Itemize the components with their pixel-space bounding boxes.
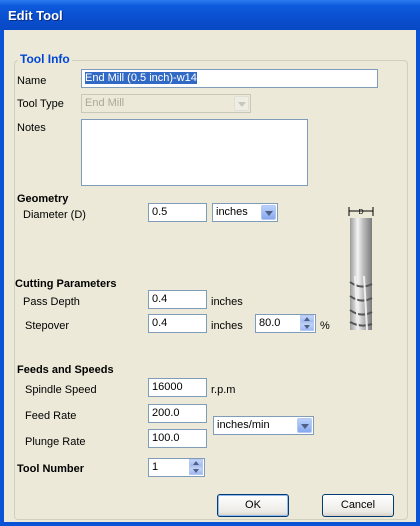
pass-depth-label: Pass Depth xyxy=(23,296,80,308)
stepover-units: inches xyxy=(211,320,243,332)
plunge-rate-value: 100.0 xyxy=(152,432,180,444)
notes-textarea[interactable] xyxy=(81,119,308,186)
percent-sign: % xyxy=(320,320,330,332)
feed-rate-value: 200.0 xyxy=(152,407,180,419)
pass-depth-value: 0.4 xyxy=(152,293,168,305)
tool-number-value: 1 xyxy=(152,461,159,473)
chevron-down-icon xyxy=(297,418,312,433)
diameter-units-select[interactable]: inches xyxy=(212,203,278,222)
feed-rate-input[interactable]: 200.0 xyxy=(148,404,207,423)
spindle-speed-units: r.p.m xyxy=(211,384,236,396)
geometry-heading: Geometry xyxy=(17,193,69,205)
dialog-body: Tool Info Name End Mill (0.5 inch)-w14 T… xyxy=(4,30,416,522)
diameter-label: Diameter (D) xyxy=(23,209,86,221)
name-label: Name xyxy=(17,75,47,87)
plunge-rate-label: Plunge Rate xyxy=(25,436,86,448)
stepover-label: Stepover xyxy=(25,320,70,332)
tool-number-heading: Tool Number xyxy=(17,463,85,475)
name-input-text: End Mill (0.5 inch)-w14 xyxy=(85,72,197,84)
plunge-rate-input[interactable]: 100.0 xyxy=(148,429,207,448)
tool-type-select: End Mill xyxy=(81,94,251,113)
ok-button[interactable]: OK xyxy=(217,494,289,517)
stepover-value: 0.4 xyxy=(152,317,168,329)
spin-up-icon[interactable] xyxy=(189,459,203,467)
cutting-parameters-heading: Cutting Parameters xyxy=(15,278,117,290)
chevron-down-icon xyxy=(261,205,276,220)
tool-number-spinner[interactable]: 1 xyxy=(148,458,205,477)
feed-rate-label: Feed Rate xyxy=(25,410,77,422)
edit-tool-window: Edit Tool Tool Info Name End Mill (0.5 i… xyxy=(0,0,420,526)
rate-units-value: inches/min xyxy=(217,419,270,431)
spin-up-icon[interactable] xyxy=(300,315,314,323)
name-input[interactable]: End Mill (0.5 inch)-w14 xyxy=(81,69,378,88)
stepover-input[interactable]: 0.4 xyxy=(148,314,207,333)
pass-depth-units: inches xyxy=(211,296,243,308)
diameter-input[interactable]: 0.5 xyxy=(148,203,207,222)
tool-info-legend: Tool Info xyxy=(18,52,72,66)
end-mill-illustration: D xyxy=(348,207,374,331)
spindle-speed-value: 16000 xyxy=(152,381,183,393)
diameter-value: 0.5 xyxy=(152,206,168,218)
chevron-down-icon xyxy=(234,96,249,111)
tool-type-value: End Mill xyxy=(85,97,125,109)
window-title: Edit Tool xyxy=(8,8,63,23)
notes-label: Notes xyxy=(17,122,46,134)
diameter-units-value: inches xyxy=(216,206,248,218)
spindle-speed-label: Spindle Speed xyxy=(25,384,97,396)
title-bar[interactable]: Edit Tool xyxy=(0,0,420,30)
pass-depth-input[interactable]: 0.4 xyxy=(148,290,207,309)
spindle-speed-input[interactable]: 16000 xyxy=(148,378,207,397)
diameter-dimension-label: D xyxy=(358,209,363,216)
spin-down-icon[interactable] xyxy=(189,467,203,475)
stepover-percent-spinner[interactable]: 80.0 xyxy=(255,314,316,333)
feeds-speeds-heading: Feeds and Speeds xyxy=(17,364,114,376)
rate-units-select[interactable]: inches/min xyxy=(213,416,314,435)
tool-type-label: Tool Type xyxy=(17,98,64,110)
cancel-button[interactable]: Cancel xyxy=(322,494,394,517)
stepover-percent-value: 80.0 xyxy=(259,317,281,329)
spin-down-icon[interactable] xyxy=(300,323,314,331)
